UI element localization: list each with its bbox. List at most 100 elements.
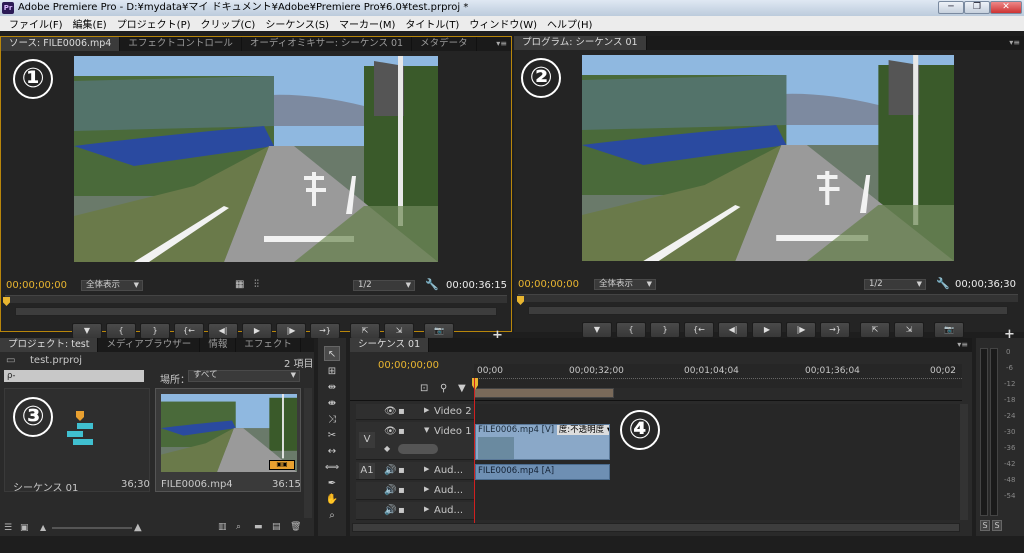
speaker-icon[interactable]: 🔊 <box>384 505 396 516</box>
slide-tool-icon[interactable]: ⟺ <box>324 460 340 475</box>
go-to-in-button[interactable]: {← <box>684 322 714 338</box>
program-zoom-scrollbar[interactable] <box>528 306 1008 315</box>
menu-sequence[interactable]: シーケンス(S) <box>260 16 334 31</box>
go-to-out-button[interactable]: →} <box>310 323 340 339</box>
mark-out-button[interactable]: } <box>140 323 170 339</box>
list-view-icon[interactable]: ☰ <box>4 523 12 533</box>
track-header-audio1[interactable]: A1 🔊 ▪ ▶ Aud... <box>356 462 474 480</box>
track-header-audio2[interactable]: 🔊 ▪ ▶ Aud... <box>356 482 474 500</box>
eye-icon[interactable]: 👁 <box>384 426 397 437</box>
opacity-effect-dropdown[interactable]: 度:不透明度 ▾ <box>556 425 609 435</box>
chevron-right-icon[interactable]: ▶ <box>424 465 429 473</box>
track-header-audio3[interactable]: 🔊 ▪ ▶ Aud... <box>356 502 474 520</box>
slip-tool-icon[interactable]: ↔ <box>324 444 340 459</box>
step-back-button[interactable]: ◀| <box>208 323 238 339</box>
source-resolution-dropdown[interactable]: 1/2 ▼ <box>353 280 415 291</box>
hand-tool-icon[interactable]: ✋ <box>324 492 340 507</box>
add-marker-icon[interactable]: ▼ <box>458 383 466 394</box>
lock-icon[interactable]: ▪ <box>398 485 405 496</box>
timeline-track-area[interactable] <box>474 404 962 520</box>
thumbnail-size-slider[interactable] <box>52 527 132 529</box>
timeline-timecode[interactable]: 00;00;00;00 <box>378 360 439 371</box>
tab-effects[interactable]: エフェクト <box>236 338 301 352</box>
new-bin-icon[interactable]: ▬ <box>254 522 263 532</box>
work-area-bar[interactable] <box>474 388 614 398</box>
track-header-video1[interactable]: V 👁 ▪ ▼ Video 1 ◆ <box>356 422 474 460</box>
menu-help[interactable]: ヘルプ(H) <box>542 16 597 31</box>
play-button[interactable]: ▶ <box>752 322 782 338</box>
project-search-input[interactable]: ρ- <box>4 370 144 382</box>
film-settings-icon[interactable]: ▦ <box>235 279 244 290</box>
step-forward-button[interactable]: |▶ <box>276 323 306 339</box>
program-timecode-in[interactable]: 00;00;00;00 <box>518 279 579 290</box>
source-timecode-in[interactable]: 00;00;00;00 <box>6 280 67 291</box>
icon-view-icon[interactable]: ▣ <box>20 523 29 533</box>
solo-right-button[interactable]: S <box>992 520 1002 531</box>
selection-tool-icon[interactable]: ↖ <box>324 346 340 361</box>
export-frame-button[interactable]: 📷 <box>424 323 454 339</box>
audio-waveform-icon[interactable]: ⫶⫶ <box>254 279 259 290</box>
menu-file[interactable]: ファイル(F) <box>4 16 68 31</box>
program-zoom-dropdown[interactable]: 全体表示 ▼ <box>594 279 656 290</box>
keyframe-nav-control[interactable] <box>398 444 438 454</box>
insert-button[interactable]: ⇱ <box>350 323 380 339</box>
new-item-icon[interactable]: ▤ <box>272 522 281 532</box>
project-item-clip[interactable]: ▣▣ FILE0006.mp4 36:15 <box>155 388 301 492</box>
trash-icon[interactable]: 🗑 <box>290 522 301 532</box>
lock-icon[interactable]: ▪ <box>398 406 405 417</box>
lock-icon[interactable]: ▪ <box>398 426 405 437</box>
audio-target-toggle[interactable]: A1 <box>359 463 375 479</box>
solo-left-button[interactable]: S <box>980 520 990 531</box>
source-time-ruler[interactable] <box>5 295 507 303</box>
video-target-toggle[interactable]: V <box>359 432 375 448</box>
chevron-right-icon[interactable]: ▶ <box>424 406 429 414</box>
chevron-down-icon[interactable]: ▼ <box>424 426 429 434</box>
tab-sequence[interactable]: シーケンス 01 <box>350 338 430 352</box>
source-zoom-scrollbar[interactable] <box>15 307 497 316</box>
eye-icon[interactable]: 👁 <box>384 406 397 417</box>
tab-metadata[interactable]: メタデータ <box>412 37 477 51</box>
ripple-edit-tool-icon[interactable]: ⇹ <box>324 380 340 395</box>
tab-project[interactable]: プロジェクト: test <box>0 338 99 352</box>
menu-window[interactable]: ウィンドウ(W) <box>464 16 542 31</box>
rolling-edit-tool-icon[interactable]: ⇼ <box>324 396 340 411</box>
razor-tool-icon[interactable]: ✂ <box>324 428 340 443</box>
tab-info[interactable]: 情報 <box>200 338 237 352</box>
step-forward-button[interactable]: |▶ <box>786 322 816 338</box>
mark-in-button[interactable]: { <box>616 322 646 338</box>
lift-button[interactable]: ⇱ <box>860 322 890 338</box>
go-to-out-button[interactable]: →} <box>820 322 850 338</box>
timeline-ruler[interactable]: 00;00 00;00;32;00 00;01;04;04 00;01;36;0… <box>474 364 962 388</box>
panel-menu-icon[interactable]: ▾≡ <box>496 39 507 48</box>
zoom-tool-icon[interactable]: ⌕ <box>324 508 340 523</box>
step-back-button[interactable]: ◀| <box>718 322 748 338</box>
maximize-button[interactable]: ❐ <box>964 1 990 14</box>
project-item-sequence[interactable]: ③ シーケンス 01 36;30 <box>4 388 150 494</box>
close-button[interactable]: ✕ <box>990 1 1022 14</box>
lock-icon[interactable]: ▪ <box>398 505 405 516</box>
location-dropdown[interactable]: すべて ▼ <box>188 370 300 382</box>
tab-audio-mixer[interactable]: オーディオミキサー: シーケンス 01 <box>242 37 413 51</box>
mark-out-button[interactable]: } <box>650 322 680 338</box>
timeline-vertical-scrollbar[interactable] <box>960 404 968 520</box>
pen-tool-icon[interactable]: ✒ <box>324 476 340 491</box>
speaker-icon[interactable]: 🔊 <box>384 485 396 496</box>
source-zoom-dropdown[interactable]: 全体表示 ▼ <box>81 280 143 291</box>
overwrite-button[interactable]: ⇲ <box>384 323 414 339</box>
panel-menu-icon[interactable]: ▾≡ <box>1009 38 1020 47</box>
find-icon[interactable]: ⌕ <box>236 522 241 532</box>
tab-effect-controls[interactable]: エフェクトコントロール <box>120 37 242 51</box>
menu-title[interactable]: タイトル(T) <box>400 16 464 31</box>
rate-stretch-tool-icon[interactable]: ⤨ <box>324 412 340 427</box>
menu-project[interactable]: プロジェクト(P) <box>112 16 196 31</box>
export-frame-button[interactable]: 📷 <box>934 322 964 338</box>
add-marker-button[interactable]: ▼ <box>582 322 612 338</box>
menu-edit[interactable]: 編集(E) <box>68 16 112 31</box>
track-header-video2[interactable]: 👁 ▪ ▶ Video 2 <box>356 404 474 420</box>
program-time-ruler[interactable] <box>518 294 1018 302</box>
chevron-right-icon[interactable]: ▶ <box>424 485 429 493</box>
go-to-in-button[interactable]: {← <box>174 323 204 339</box>
wrench-icon[interactable]: 🔧 <box>936 277 950 290</box>
marker-pin-icon[interactable]: ⚲ <box>440 383 447 394</box>
add-marker-button[interactable]: ▼ <box>72 323 102 339</box>
